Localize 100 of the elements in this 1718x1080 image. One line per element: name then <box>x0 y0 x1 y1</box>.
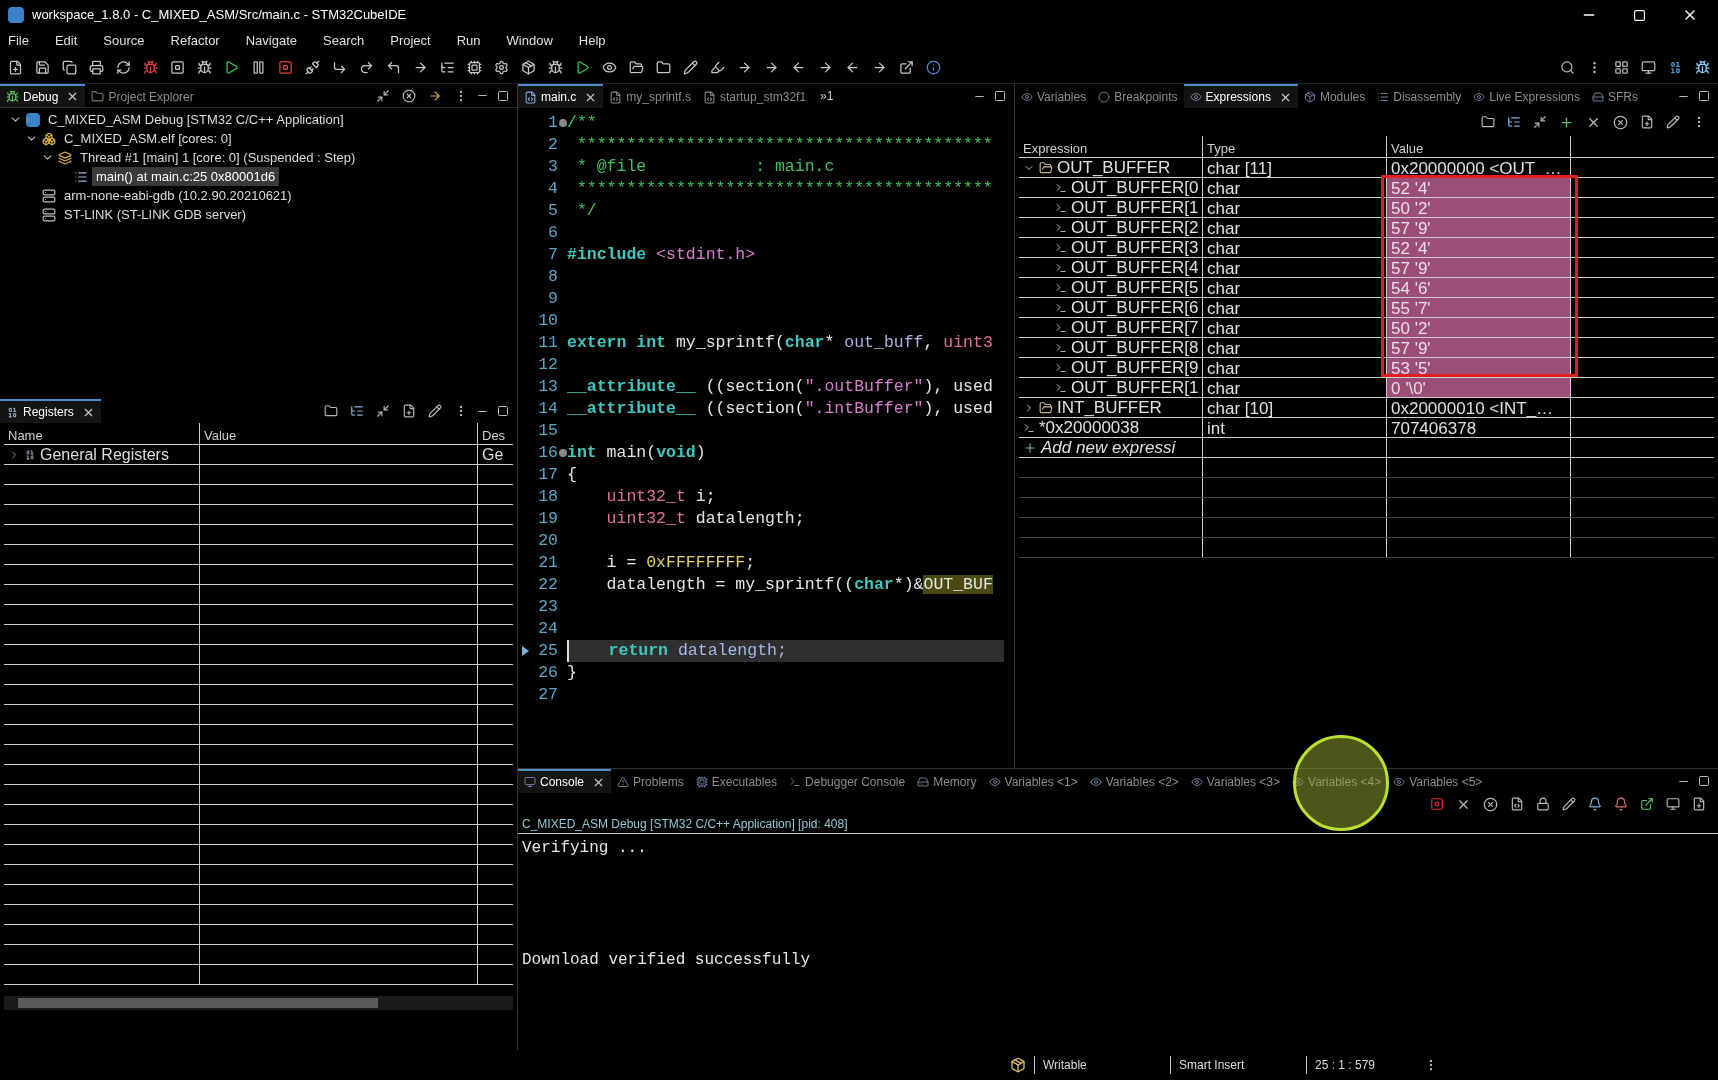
expression-name: *0x20000038 <box>1039 418 1140 437</box>
window-title: workspace_1.8.0 - C_MIXED_ASM/Src/main.c - STM32CubeIDE <box>32 6 408 25</box>
code-line: i = 0xFFFFFFFF; <box>605 552 756 574</box>
status-text: Smart Insert <box>1170 1056 1298 1074</box>
menu-item[interactable]: Refactor <box>170 31 220 51</box>
expression-name: OUT_BUFFER[0 <box>1071 178 1199 197</box>
line-number: 6 <box>547 222 558 244</box>
value-cell: 0 '\0' <box>1387 378 1571 397</box>
tree-item[interactable]: C_MIXED_ASM Debug [STM32 C/C++ Application] <box>44 109 348 130</box>
tree-item[interactable]: arm-none-eabi-gdb (10.2.90.20210621) <box>60 185 296 206</box>
line-number: 7 <box>547 244 558 266</box>
tab[interactable]: Variables <2> <box>1083 769 1185 793</box>
value-cell: 50 '2' <box>1387 198 1571 217</box>
menu-item[interactable]: Help <box>578 31 606 51</box>
value-cell: 0x20000010 <INT_… <box>1387 398 1571 417</box>
line-number: 22 <box>537 574 558 596</box>
menu-item[interactable]: Project <box>390 31 431 51</box>
table-cell: char [10] <box>1207 399 1274 417</box>
value-cell: 55 '7' <box>1387 298 1571 317</box>
tab[interactable]: Variables <1> <box>982 769 1084 793</box>
column-header[interactable]: Value <box>1387 136 1571 162</box>
menu-item[interactable]: Edit <box>54 31 78 51</box>
line-number: 4 <box>547 178 558 200</box>
expression-name: OUT_BUFFER[7 <box>1071 318 1199 337</box>
tab[interactable]: Console <box>518 769 612 793</box>
menu-item[interactable]: Navigate <box>245 31 297 51</box>
column-header[interactable]: Type <box>1203 136 1387 162</box>
tab[interactable]: Project Explorer <box>85 84 200 107</box>
line-number: 13 <box>537 376 558 398</box>
column-header[interactable]: Name <box>4 423 200 449</box>
tab[interactable]: Live Expressions <box>1467 84 1586 108</box>
code-line: uint32_t i; <box>605 486 716 508</box>
add-expression-link[interactable]: Add new expressi <box>1041 438 1176 457</box>
expression-name: OUT_BUFFER[8 <box>1071 338 1199 357</box>
code-line: datalength = my_sprintf((char*)&OUT_BUF <box>605 574 993 596</box>
tab[interactable]: Debugger Console <box>783 769 912 793</box>
tab[interactable]: Modules <box>1297 84 1372 108</box>
tab[interactable]: Breakpoints <box>1092 84 1184 108</box>
tab[interactable]: Memory <box>911 769 983 793</box>
expression-name: OUT_BUFFER[5 <box>1071 278 1199 297</box>
tree-item[interactable]: ST-LINK (ST-LINK GDB server) <box>60 204 251 225</box>
table-cell: char <box>1207 219 1241 237</box>
line-number: 27 <box>537 684 558 706</box>
menu-item[interactable]: Search <box>323 31 365 51</box>
tree-item[interactable]: main() at main.c:25 0x80001d6 <box>92 166 280 187</box>
value-cell: 52 '4' <box>1387 238 1571 257</box>
value-cell: 57 '9' <box>1387 338 1571 357</box>
menu-item[interactable]: Window <box>506 31 553 51</box>
status-text: Writable <box>1034 1056 1162 1074</box>
tab[interactable]: main.c <box>518 84 604 108</box>
line-number: 26 <box>537 662 558 684</box>
code-line: extern int my_sprintf(char* out_buff, uint3 <box>567 332 993 354</box>
line-number: 25 <box>537 640 558 662</box>
table-cell: char <box>1207 179 1241 197</box>
line-number: 19 <box>537 508 558 530</box>
column-header[interactable]: Expression <box>1019 136 1203 162</box>
expression-name: OUT_BUFFER[1 <box>1071 378 1199 397</box>
line-number: 5 <box>547 200 558 222</box>
tab[interactable]: Registers <box>0 399 101 423</box>
tab[interactable]: startup_stm32f1 <box>697 84 813 108</box>
code-line: return datalength; <box>607 640 787 662</box>
tab[interactable]: Debug <box>0 84 86 107</box>
tab[interactable]: SFRs <box>1586 84 1644 108</box>
value-cell: 50 '2' <box>1387 318 1571 337</box>
console-header: C_MIXED_ASM Debug [STM32 C/C++ Application] [pid: 408] <box>518 815 1718 834</box>
more-tabs-button[interactable]: »1 <box>812 87 842 105</box>
tab[interactable]: Executables <box>689 769 784 793</box>
line-number: 17 <box>537 464 558 486</box>
tree-item[interactable]: Thread #1 [main] 1 [core: 0] (Suspended : Step) <box>76 147 360 168</box>
code-line: __attribute__ ((section(".intBuffer"), used <box>567 398 993 420</box>
line-number: 3 <box>547 156 558 178</box>
expression-name: INT_BUFFER <box>1057 398 1162 417</box>
line-number: 20 <box>537 530 558 552</box>
code-line: * @file : main.c <box>575 156 835 178</box>
line-number: 9 <box>547 288 558 310</box>
expression-name: OUT_BUFFER[4 <box>1071 258 1199 277</box>
table-cell: char <box>1207 359 1241 377</box>
column-header[interactable]: Value <box>200 423 478 449</box>
value-cell: 57 '9' <box>1387 218 1571 237</box>
expression-name: OUT_BUFFER[9 <box>1071 358 1199 377</box>
tab[interactable]: Variables <3> <box>1184 769 1287 793</box>
line-number: 21 <box>537 552 558 574</box>
tab[interactable]: Expressions <box>1183 84 1298 108</box>
tree-item[interactable]: C_MIXED_ASM.elf [cores: 0] <box>60 128 236 149</box>
value-cell: 707406378 <box>1387 418 1571 437</box>
table-cell: char <box>1207 279 1241 297</box>
tab[interactable]: Variables <5> <box>1387 769 1489 793</box>
menu-item[interactable]: Run <box>456 31 481 51</box>
tab[interactable]: Disassembly <box>1371 84 1468 108</box>
menu-item[interactable]: File <box>8 31 29 51</box>
line-number: 23 <box>537 596 558 618</box>
expression-name: OUT_BUFFER[6 <box>1071 298 1199 317</box>
tab[interactable]: Problems <box>611 769 690 793</box>
code-line: } <box>567 662 577 684</box>
menu-item[interactable]: Source <box>103 31 145 51</box>
code-line: #include <stdint.h> <box>567 244 756 266</box>
code-line: __attribute__ ((section(".outBuffer"), used <box>567 376 993 398</box>
tab[interactable]: my_sprintf.s <box>603 84 698 108</box>
table-cell: char <box>1207 299 1241 317</box>
tab[interactable]: Variables <box>1015 84 1093 108</box>
